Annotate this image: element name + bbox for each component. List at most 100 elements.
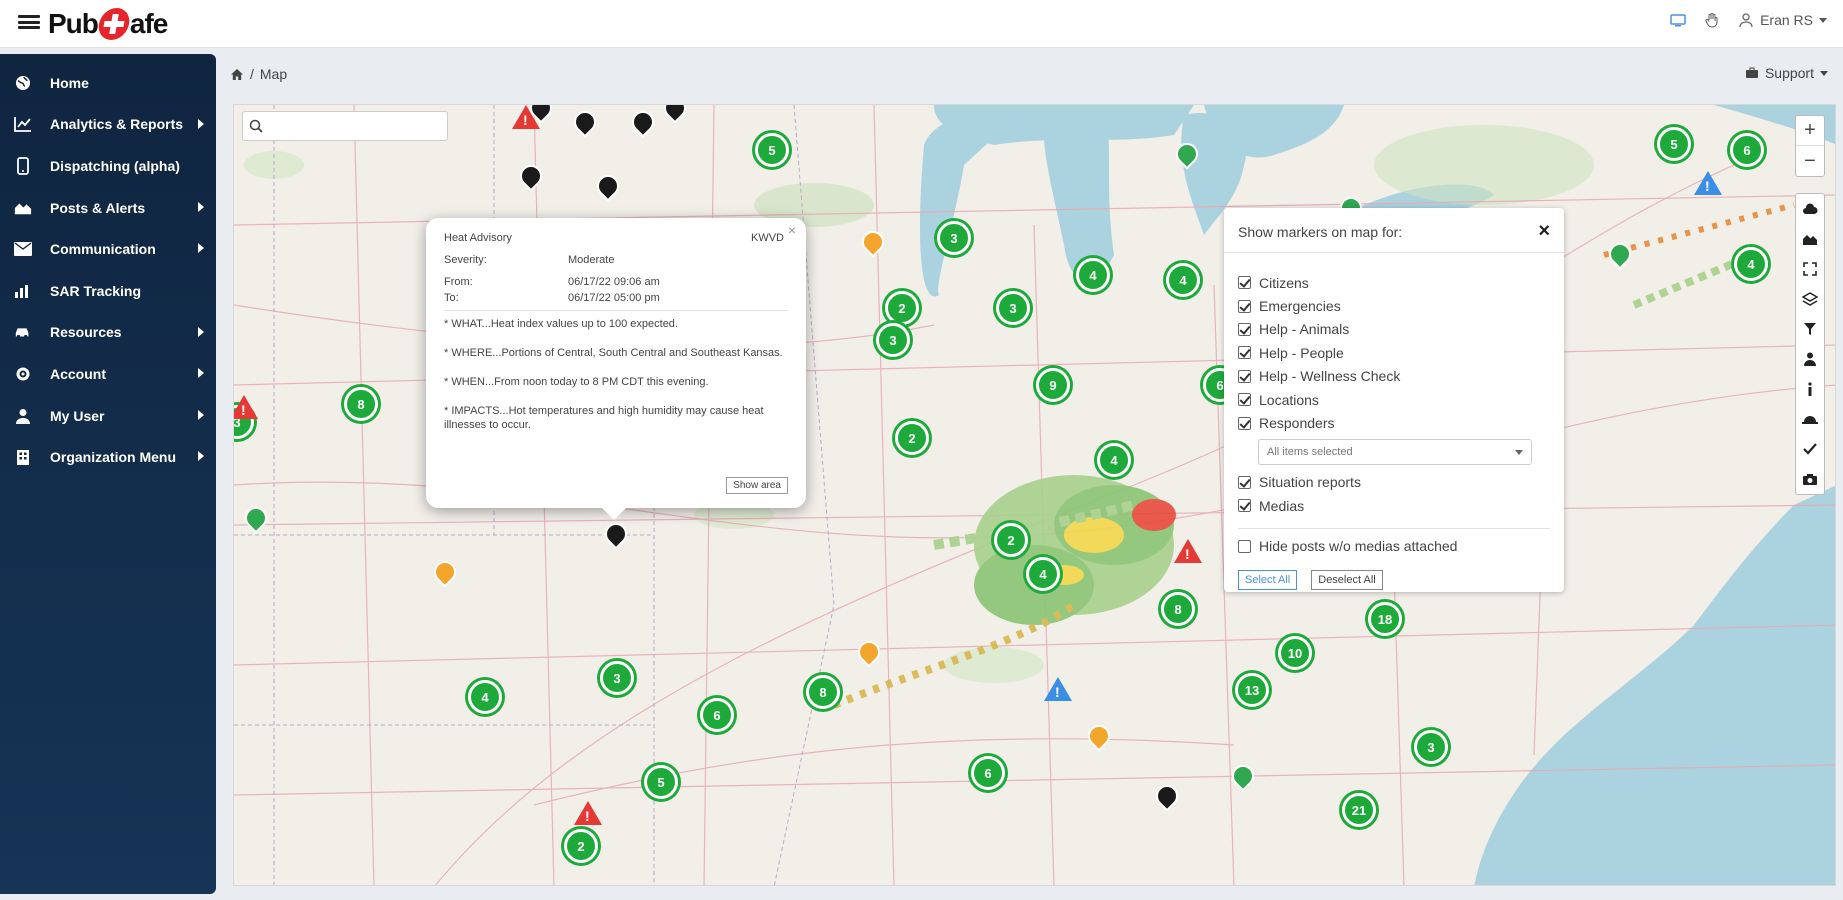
marker-cluster[interactable]: 6 <box>971 756 1005 790</box>
map-search <box>242 111 448 141</box>
deselect-all-button[interactable]: Deselect All <box>1311 569 1383 590</box>
marker-cluster[interactable]: 5 <box>644 765 678 799</box>
user-menu[interactable]: Eran RS <box>1738 12 1827 28</box>
marker-cluster[interactable]: 2 <box>564 829 598 863</box>
filter-icon[interactable] <box>1796 314 1824 344</box>
sidebar-item-account[interactable]: Account <box>0 353 216 395</box>
marker-cluster[interactable]: 9 <box>1036 368 1070 402</box>
home-icon[interactable] <box>230 68 244 81</box>
close-icon[interactable]: × <box>788 222 796 238</box>
camera-icon[interactable] <box>1796 464 1824 494</box>
map-layer-tools <box>1795 193 1825 495</box>
checkbox[interactable] <box>1238 346 1251 360</box>
hand-icon[interactable] <box>1704 12 1720 28</box>
sidebar-item-dispatching[interactable]: Dispatching (alpha) <box>0 145 216 187</box>
warning-icon[interactable] <box>1044 677 1072 701</box>
sidebar-item-resources[interactable]: Resources <box>0 312 216 354</box>
marker-cluster[interactable]: 4 <box>1026 557 1060 591</box>
sidebar-item-analytics[interactable]: Analytics & Reports <box>0 104 216 146</box>
checkbox[interactable] <box>1238 539 1251 553</box>
support-button[interactable]: Support <box>1745 65 1828 81</box>
checkbox[interactable] <box>1238 475 1251 489</box>
marker-option-emergencies[interactable]: Emergencies <box>1238 294 1550 317</box>
marker-cluster[interactable]: 3 <box>600 661 634 695</box>
sidebar-item-my-user[interactable]: My User <box>0 395 216 437</box>
popup-where: * WHERE...Portions of Central, South Cen… <box>444 346 783 359</box>
houses-layer-icon[interactable] <box>1796 224 1824 254</box>
option-label: Responders <box>1259 415 1335 432</box>
checkbox[interactable] <box>1238 499 1251 513</box>
marker-cluster[interactable]: 21 <box>1342 793 1376 827</box>
marker-cluster[interactable]: 4 <box>468 680 502 714</box>
hide-posts-option[interactable]: Hide posts w/o medias attached <box>1238 535 1550 558</box>
marker-option-help-people[interactable]: Help - People <box>1238 341 1550 364</box>
marker-cluster[interactable]: 3 <box>1414 730 1448 764</box>
marker-option-help-animals[interactable]: Help - Animals <box>1238 318 1550 341</box>
warning-icon[interactable] <box>234 395 258 419</box>
check-icon[interactable] <box>1796 434 1824 464</box>
responders-select[interactable]: All items selected <box>1258 438 1532 465</box>
marker-cluster[interactable]: 8 <box>806 675 840 709</box>
hard-hat-icon[interactable] <box>1796 404 1824 434</box>
checkbox[interactable] <box>1238 393 1251 407</box>
marker-cluster[interactable]: 3 <box>876 323 910 357</box>
marker-cluster[interactable]: 5 <box>1657 127 1691 161</box>
checkbox[interactable] <box>1238 322 1251 336</box>
warning-icon[interactable] <box>512 105 540 129</box>
marker-option-locations[interactable]: Locations <box>1238 388 1550 411</box>
marker-cluster[interactable]: 6 <box>700 698 734 732</box>
select-all-button[interactable]: Select All <box>1238 569 1298 590</box>
marker-option-responders[interactable]: Responders <box>1238 411 1550 434</box>
map-search-input[interactable] <box>269 113 447 139</box>
info-icon[interactable] <box>1796 374 1824 404</box>
marker-cluster[interactable]: 6 <box>1730 133 1764 167</box>
checkbox[interactable] <box>1238 369 1251 383</box>
divider <box>1238 527 1550 529</box>
warning-icon[interactable] <box>574 801 602 825</box>
marker-cluster[interactable]: 4 <box>1076 258 1110 292</box>
map-view[interactable]: 5 3 5 6 4 4 2 3 3 4 2 3 12 9 6 8 3 2 4 3… <box>233 104 1836 886</box>
marker-cluster[interactable]: 13 <box>1235 673 1269 707</box>
marker-cluster[interactable]: 5 <box>755 133 789 167</box>
sidebar-item-home[interactable]: Home <box>0 62 216 104</box>
marker-cluster[interactable]: 8 <box>344 387 378 421</box>
marker-option-situation-reports[interactable]: Situation reports <box>1238 471 1550 494</box>
warning-icon[interactable] <box>1174 539 1202 563</box>
checkbox[interactable] <box>1238 416 1251 430</box>
marker-cluster[interactable]: 3 <box>937 221 971 255</box>
sidebar-item-communication[interactable]: Communication <box>0 228 216 270</box>
marker-cluster[interactable]: 4 <box>1166 263 1200 297</box>
sidebar-item-posts-alerts[interactable]: Posts & Alerts <box>0 187 216 229</box>
cloud-layer-icon[interactable] <box>1796 194 1824 224</box>
monitor-icon[interactable] <box>1670 12 1686 28</box>
sidebar-item-label: Account <box>50 365 106 382</box>
hamburger-menu-icon[interactable] <box>18 12 40 32</box>
sidebar-item-organization-menu[interactable]: Organization Menu <box>0 436 216 478</box>
marker-cluster[interactable]: 4 <box>1734 247 1768 281</box>
marker-option-citizens[interactable]: Citizens <box>1238 271 1550 294</box>
marker-option-help-wellness[interactable]: Help - Wellness Check <box>1238 365 1550 388</box>
close-icon[interactable]: × <box>1538 220 1550 243</box>
sidebar-item-label: Dispatching (alpha) <box>50 157 180 174</box>
marker-cluster[interactable]: 2 <box>895 421 929 455</box>
logo-text-right: afe <box>129 8 168 39</box>
marker-cluster[interactable]: 3 <box>996 291 1030 325</box>
checkbox[interactable] <box>1238 276 1251 290</box>
marker-cluster[interactable]: 10 <box>1278 636 1312 670</box>
zoom-in-button[interactable]: + <box>1796 116 1824 146</box>
marker-cluster[interactable]: 18 <box>1368 602 1402 636</box>
show-area-button[interactable]: Show area <box>726 477 788 494</box>
layers-icon[interactable] <box>1796 284 1824 314</box>
checkbox[interactable] <box>1238 299 1251 313</box>
marker-cluster[interactable]: 4 <box>1097 443 1131 477</box>
pubsafe-logo[interactable]: Pub afe <box>48 6 168 42</box>
sidebar-item-sar-tracking[interactable]: SAR Tracking <box>0 270 216 312</box>
expand-icon[interactable] <box>1796 254 1824 284</box>
marker-cluster[interactable]: 2 <box>885 291 919 325</box>
warning-icon[interactable] <box>1694 171 1722 195</box>
zoom-out-button[interactable]: − <box>1796 146 1824 176</box>
marker-cluster[interactable]: 2 <box>994 523 1028 557</box>
marker-cluster[interactable]: 8 <box>1161 592 1195 626</box>
marker-option-medias[interactable]: Medias <box>1238 494 1550 517</box>
person-icon[interactable] <box>1796 344 1824 374</box>
